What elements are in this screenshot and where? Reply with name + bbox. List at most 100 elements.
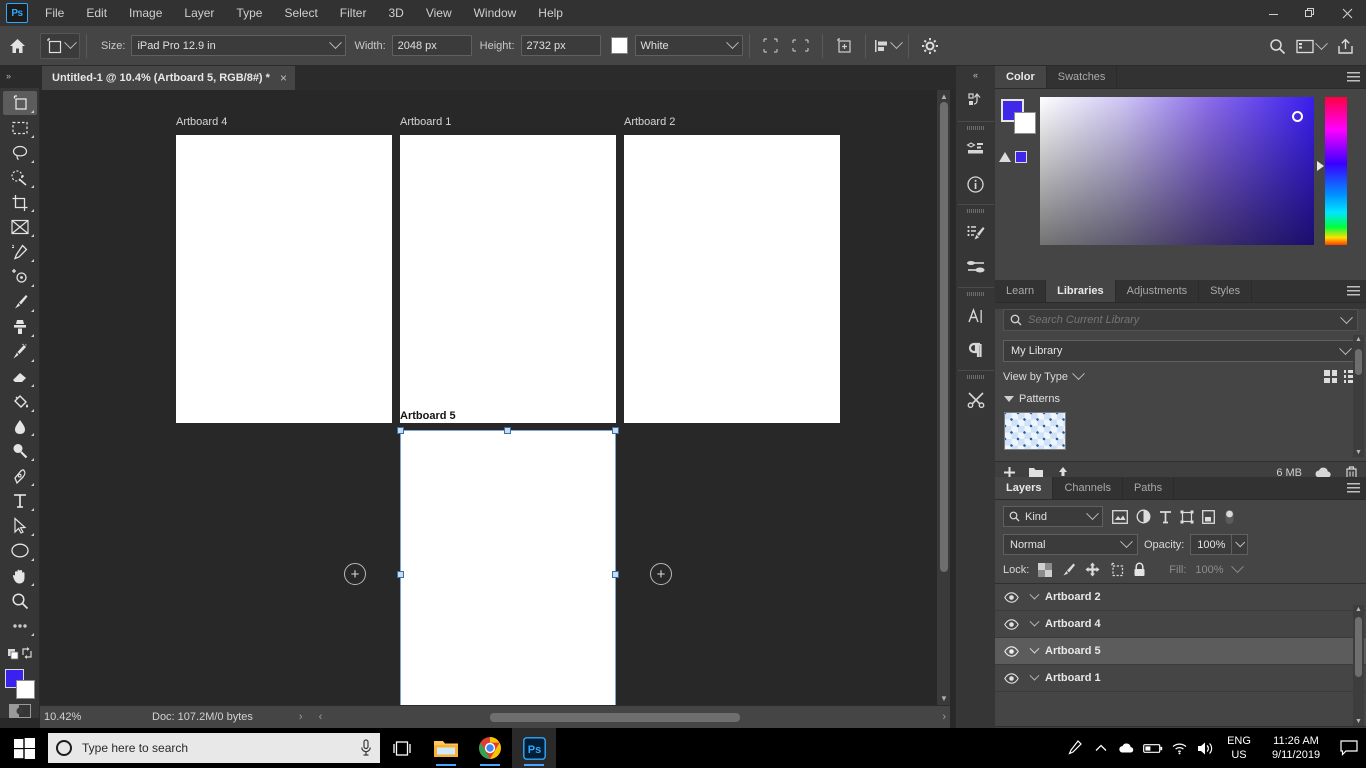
- patterns-group-header[interactable]: Patterns: [1004, 393, 1366, 405]
- status-scroll-right-arrow[interactable]: ›: [942, 711, 946, 723]
- tool-quick-selection[interactable]: [3, 166, 37, 190]
- add-artboard-left-button[interactable]: +: [344, 563, 366, 585]
- layer-visibility-toggle[interactable]: [999, 618, 1023, 630]
- panel-grip[interactable]: [966, 375, 985, 379]
- adjustment-filter-icon[interactable]: [1136, 509, 1151, 524]
- onedrive-tray-icon[interactable]: [1114, 728, 1140, 768]
- tool-hand[interactable]: [3, 564, 37, 588]
- menu-edit[interactable]: Edit: [75, 2, 118, 24]
- scroll-down-icon[interactable]: ▼: [940, 694, 948, 703]
- height-input[interactable]: 2732 px: [520, 35, 601, 56]
- align-button[interactable]: [872, 31, 903, 61]
- tab-adjustments[interactable]: Adjustments: [1116, 280, 1200, 302]
- new-artboard-button[interactable]: [829, 31, 859, 61]
- action-center-button[interactable]: [1332, 728, 1366, 768]
- menu-window[interactable]: Window: [463, 2, 528, 24]
- artboard-background-swatch[interactable]: [610, 37, 628, 54]
- background-color-swatch[interactable]: [15, 680, 35, 700]
- size-select[interactable]: iPad Pro 12.9 in: [131, 35, 347, 56]
- taskbar-photoshop[interactable]: Ps: [512, 728, 556, 768]
- tab-learn[interactable]: Learn: [995, 280, 1047, 302]
- layer-expand-chevron[interactable]: [1023, 589, 1045, 601]
- history-panel-icon[interactable]: [958, 84, 994, 118]
- add-artboard-right-button[interactable]: +: [650, 563, 672, 585]
- grid-view-icon[interactable]: [1324, 370, 1337, 383]
- language-indicator[interactable]: ENG US: [1218, 734, 1260, 762]
- table-row[interactable]: Artboard 5: [995, 638, 1366, 665]
- arrange-documents-button[interactable]: [1296, 31, 1328, 61]
- document-tab-close-icon[interactable]: ×: [280, 71, 287, 85]
- layer-expand-chevron[interactable]: [1023, 616, 1045, 628]
- hue-slider-marker[interactable]: [1317, 161, 1324, 171]
- smart-object-filter-icon[interactable]: [1202, 509, 1215, 524]
- blend-mode-select[interactable]: Normal: [1003, 534, 1138, 555]
- search-button[interactable]: [1262, 31, 1292, 61]
- canvas-vertical-scrollbar[interactable]: ▲ ▼: [937, 90, 950, 705]
- artboard-5[interactable]: [400, 431, 616, 705]
- layer-visibility-toggle[interactable]: [999, 591, 1023, 603]
- taskbar-file-explorer[interactable]: [424, 728, 468, 768]
- pixel-filter-icon[interactable]: [1112, 509, 1128, 524]
- tool-frame[interactable]: [3, 215, 37, 239]
- opacity-stepper[interactable]: [1232, 534, 1249, 555]
- pen-tray-icon[interactable]: [1062, 728, 1088, 768]
- share-button[interactable]: [1330, 31, 1360, 61]
- chevron-down-icon[interactable]: [1340, 310, 1353, 324]
- tab-color[interactable]: Color: [995, 66, 1047, 88]
- layer-visibility-toggle[interactable]: [999, 645, 1023, 657]
- brush-settings-panel-icon[interactable]: [958, 216, 994, 250]
- paragraph-panel-icon[interactable]: [958, 333, 994, 367]
- layers-scroll-thumb[interactable]: [1355, 617, 1362, 677]
- lock-artboard-icon[interactable]: [1109, 562, 1124, 577]
- libraries-scrollbar[interactable]: ▲ ▼: [1353, 335, 1364, 457]
- disclosure-triangle-icon[interactable]: [1004, 396, 1014, 402]
- selection-handle-middle-left[interactable]: [397, 571, 404, 578]
- tool-presets-panel-icon[interactable]: [958, 382, 994, 416]
- menu-image[interactable]: Image: [118, 2, 173, 24]
- foreground-background-colors[interactable]: [4, 669, 35, 700]
- width-input[interactable]: 2048 px: [391, 35, 472, 56]
- table-row[interactable]: Artboard 4: [995, 611, 1366, 638]
- wifi-tray-icon[interactable]: [1166, 728, 1192, 768]
- tool-pen[interactable]: [3, 464, 37, 488]
- menu-file[interactable]: File: [34, 2, 75, 24]
- menu-type[interactable]: Type: [225, 2, 273, 24]
- table-row[interactable]: Artboard 2: [995, 584, 1366, 611]
- canvas-horizontal-scrollbar[interactable]: [275, 710, 934, 725]
- table-row[interactable]: Artboard 1: [995, 665, 1366, 692]
- artboard-1[interactable]: [400, 135, 616, 423]
- web-safe-color-swatch[interactable]: [1015, 151, 1027, 163]
- tab-styles[interactable]: Styles: [1199, 280, 1253, 302]
- lock-transparency-icon[interactable]: [1038, 562, 1053, 577]
- settings-button[interactable]: [915, 31, 945, 61]
- tool-path-selection[interactable]: [3, 514, 37, 538]
- out-of-gamut-warning-icon[interactable]: [999, 152, 1011, 162]
- taskbar-google-chrome[interactable]: [468, 728, 512, 768]
- panel-grip[interactable]: [966, 209, 985, 213]
- collapse-panels-icon[interactable]: »: [6, 71, 11, 81]
- taskbar-search-box[interactable]: Type here to search: [48, 733, 380, 763]
- maximize-button[interactable]: [1292, 0, 1329, 26]
- filter-toggle-icon[interactable]: [1223, 509, 1236, 525]
- menu-filter[interactable]: Filter: [329, 2, 378, 24]
- menu-select[interactable]: Select: [273, 2, 328, 24]
- artboard-2[interactable]: [624, 135, 840, 423]
- canvas-area[interactable]: Artboard 4 Artboard 1 Artboard 2 Artboar…: [40, 90, 950, 705]
- battery-tray-icon[interactable]: [1140, 728, 1166, 768]
- color-spectrum[interactable]: [1040, 97, 1314, 245]
- color-selector-ring[interactable]: [1292, 111, 1303, 122]
- layer-filter-kind-select[interactable]: Kind: [1003, 506, 1103, 527]
- scroll-up-icon[interactable]: ▲: [940, 92, 948, 101]
- selection-handle-top-center[interactable]: [504, 427, 511, 434]
- tool-zoom[interactable]: [3, 589, 37, 613]
- layer-visibility-toggle[interactable]: [999, 672, 1023, 684]
- view-by-label[interactable]: View by Type: [1003, 371, 1068, 383]
- tool-lasso[interactable]: [3, 141, 37, 165]
- horizontal-scroll-thumb[interactable]: [490, 713, 740, 722]
- tab-paths[interactable]: Paths: [1123, 477, 1175, 499]
- menu-3d[interactable]: 3D: [377, 2, 414, 24]
- scroll-up-icon[interactable]: ▲: [1355, 336, 1362, 343]
- pattern-thumbnail[interactable]: [1004, 412, 1066, 450]
- artboard-rotate-button[interactable]: [786, 31, 816, 61]
- tool-blur[interactable]: [3, 415, 37, 439]
